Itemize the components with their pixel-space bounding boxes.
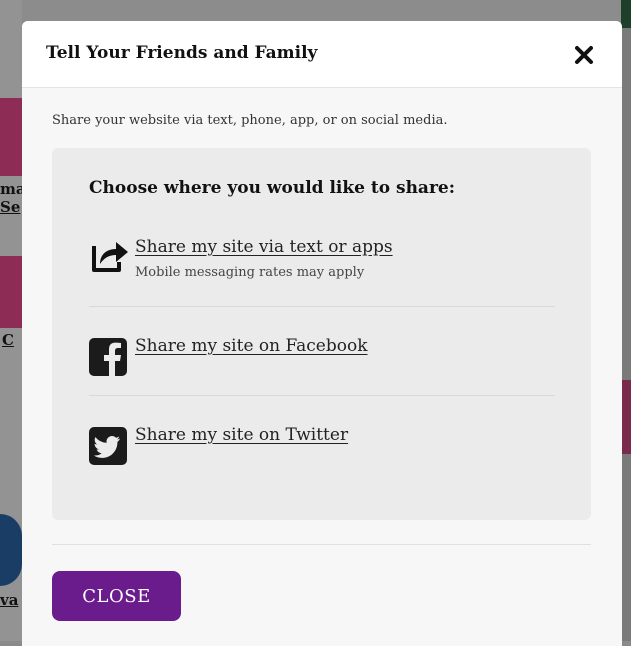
background-tile-green <box>621 0 631 28</box>
facebook-icon <box>89 338 127 376</box>
share-facebook-link[interactable]: Share my site on Facebook <box>135 336 368 356</box>
close-button[interactable]: CLOSE <box>52 571 181 621</box>
background-right-strip <box>621 0 631 641</box>
modal-header: Tell Your Friends and Family <box>22 21 622 88</box>
share-via-text-note: Mobile messaging rates may apply <box>135 265 365 280</box>
share-via-text-link[interactable]: Share my site via text or apps <box>135 237 393 257</box>
share-option-text: Share my site via text or apps Mobile me… <box>89 234 555 294</box>
background-fragment-text: ma <box>0 180 22 198</box>
share-options-panel: Choose where you would like to share: Sh… <box>52 148 591 520</box>
option-divider <box>89 306 555 307</box>
modal-title: Tell Your Friends and Family <box>46 43 318 63</box>
background-fragment-text: Se <box>0 198 21 216</box>
twitter-icon <box>89 427 127 465</box>
background-tile-green <box>621 380 631 454</box>
share-option-twitter: Share my site on Twitter <box>89 423 555 465</box>
footer-divider <box>52 544 591 545</box>
share-modal: Tell Your Friends and Family Share your … <box>22 21 622 646</box>
share-twitter-link[interactable]: Share my site on Twitter <box>135 425 348 445</box>
background-tile-pink <box>0 98 22 176</box>
close-icon[interactable] <box>570 41 598 69</box>
share-arrow-icon <box>89 234 128 272</box>
background-fragment-text: va <box>0 591 19 609</box>
option-divider <box>89 395 555 396</box>
background-tile-pink <box>0 256 22 328</box>
background-fragment-text: C <box>2 331 14 349</box>
modal-body: Share your website via text, phone, app,… <box>22 113 622 520</box>
panel-heading: Choose where you would like to share: <box>89 178 455 198</box>
intro-text: Share your website via text, phone, app,… <box>52 113 448 128</box>
share-option-facebook: Share my site on Facebook <box>89 334 555 376</box>
background-tile-blue <box>0 514 22 586</box>
